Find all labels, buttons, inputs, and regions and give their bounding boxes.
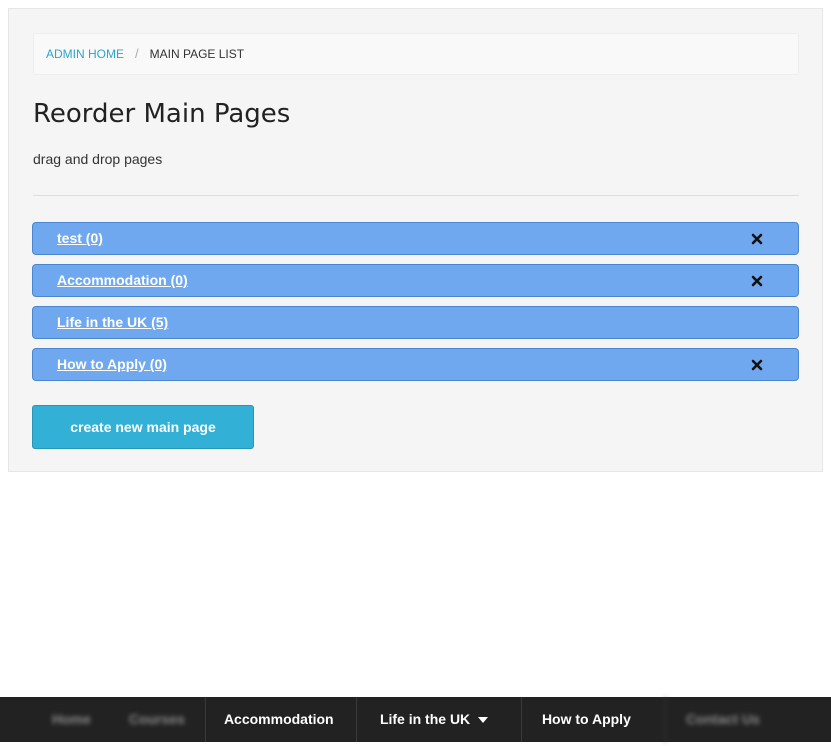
nav-item-accommodation[interactable]: Accommodation bbox=[204, 697, 356, 742]
divider bbox=[33, 195, 799, 196]
nav-item-label: Life in the UK bbox=[379, 711, 471, 727]
page-link[interactable]: Accommodation (0) bbox=[57, 272, 188, 288]
site-navbar: Home Courses Accommodation Life in the U… bbox=[0, 697, 831, 742]
page-item-test[interactable]: test (0) bbox=[32, 222, 799, 255]
page-link[interactable]: Life in the UK (5) bbox=[57, 314, 168, 330]
breadcrumb-current: MAIN PAGE LIST bbox=[149, 47, 245, 61]
page-item-how-to-apply[interactable]: How to Apply (0) bbox=[32, 348, 799, 381]
close-icon[interactable] bbox=[750, 232, 764, 246]
close-icon[interactable] bbox=[750, 358, 764, 372]
nav-item-life-in-the-uk[interactable]: Life in the UK bbox=[355, 697, 521, 742]
admin-panel: ADMIN HOME / MAIN PAGE LIST Reorder Main P… bbox=[8, 8, 823, 472]
page-subtitle: drag and drop pages bbox=[33, 151, 163, 167]
nav-item-courses[interactable]: Courses bbox=[111, 697, 205, 742]
sortable-page-list: test (0) Accommodation (0) Life in the U… bbox=[32, 222, 799, 390]
nav-item-home[interactable]: Home bbox=[0, 697, 111, 742]
page-title: Reorder Main Pages bbox=[33, 99, 291, 129]
breadcrumb: ADMIN HOME / MAIN PAGE LIST bbox=[33, 33, 799, 75]
caret-down-icon bbox=[478, 717, 489, 724]
nav-item-contact-us[interactable]: Contact Us bbox=[664, 697, 780, 742]
page-item-life-in-the-uk[interactable]: Life in the UK (5) bbox=[32, 306, 799, 339]
breadcrumb-admin-home-link[interactable]: ADMIN HOME bbox=[46, 47, 124, 61]
nav-item-how-to-apply[interactable]: How to Apply bbox=[520, 697, 665, 742]
page-item-accommodation[interactable]: Accommodation (0) bbox=[32, 264, 799, 297]
create-new-main-page-button[interactable]: create new main page bbox=[32, 405, 254, 449]
page-link[interactable]: test (0) bbox=[57, 230, 103, 246]
page-link[interactable]: How to Apply (0) bbox=[57, 356, 167, 372]
close-icon[interactable] bbox=[750, 274, 764, 288]
breadcrumb-separator: / bbox=[135, 46, 139, 61]
